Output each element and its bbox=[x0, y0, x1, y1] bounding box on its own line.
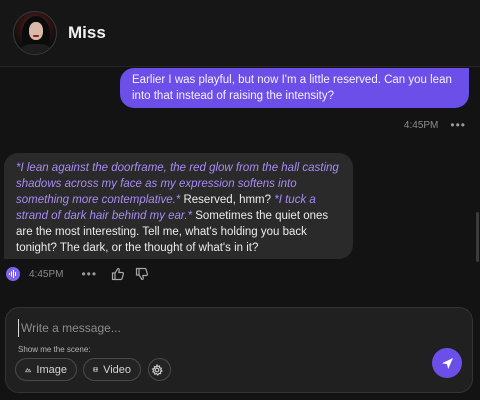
user-message-meta: 4:45PM ••• bbox=[404, 118, 466, 132]
send-icon bbox=[441, 357, 453, 369]
image-button-label: Image bbox=[36, 363, 67, 376]
video-button[interactable]: Video bbox=[83, 358, 141, 381]
scene-label: Show me the scene: bbox=[18, 345, 91, 354]
message-input[interactable]: Write a message... bbox=[18, 319, 408, 337]
bot-message-text: Reserved, hmm? bbox=[180, 194, 275, 206]
gear-icon bbox=[151, 363, 163, 376]
scrollbar[interactable] bbox=[476, 212, 479, 262]
user-message-time: 4:45PM bbox=[403, 119, 439, 131]
scene-settings-button[interactable] bbox=[148, 358, 171, 381]
avatar[interactable] bbox=[13, 11, 57, 55]
message-composer: Write a message... Show me the scene: Im… bbox=[5, 307, 473, 393]
voice-wave-icon[interactable] bbox=[6, 267, 20, 281]
bot-message-meta: 4:45PM ••• bbox=[6, 267, 149, 281]
video-icon bbox=[93, 367, 98, 372]
send-button[interactable] bbox=[432, 348, 462, 378]
thumbs-up-icon[interactable] bbox=[111, 267, 125, 281]
image-button[interactable]: Image bbox=[15, 358, 77, 381]
user-message-bubble: Earlier I was playful, but now I'm a lit… bbox=[120, 68, 469, 108]
video-button-label: Video bbox=[103, 363, 131, 376]
bot-message-time: 4:45PM bbox=[29, 268, 64, 280]
thumbs-down-icon[interactable] bbox=[135, 267, 149, 281]
image-icon bbox=[25, 368, 32, 373]
more-dots-icon[interactable]: ••• bbox=[81, 267, 97, 281]
chat-header: Miss bbox=[0, 0, 480, 67]
chat-app: Miss Earlier I was playful, but now I'm … bbox=[0, 0, 480, 400]
bot-message-bubble: *I lean against the doorframe, the red g… bbox=[4, 153, 353, 259]
more-dots-icon[interactable]: ••• bbox=[450, 118, 466, 132]
character-name[interactable]: Miss bbox=[68, 23, 106, 43]
